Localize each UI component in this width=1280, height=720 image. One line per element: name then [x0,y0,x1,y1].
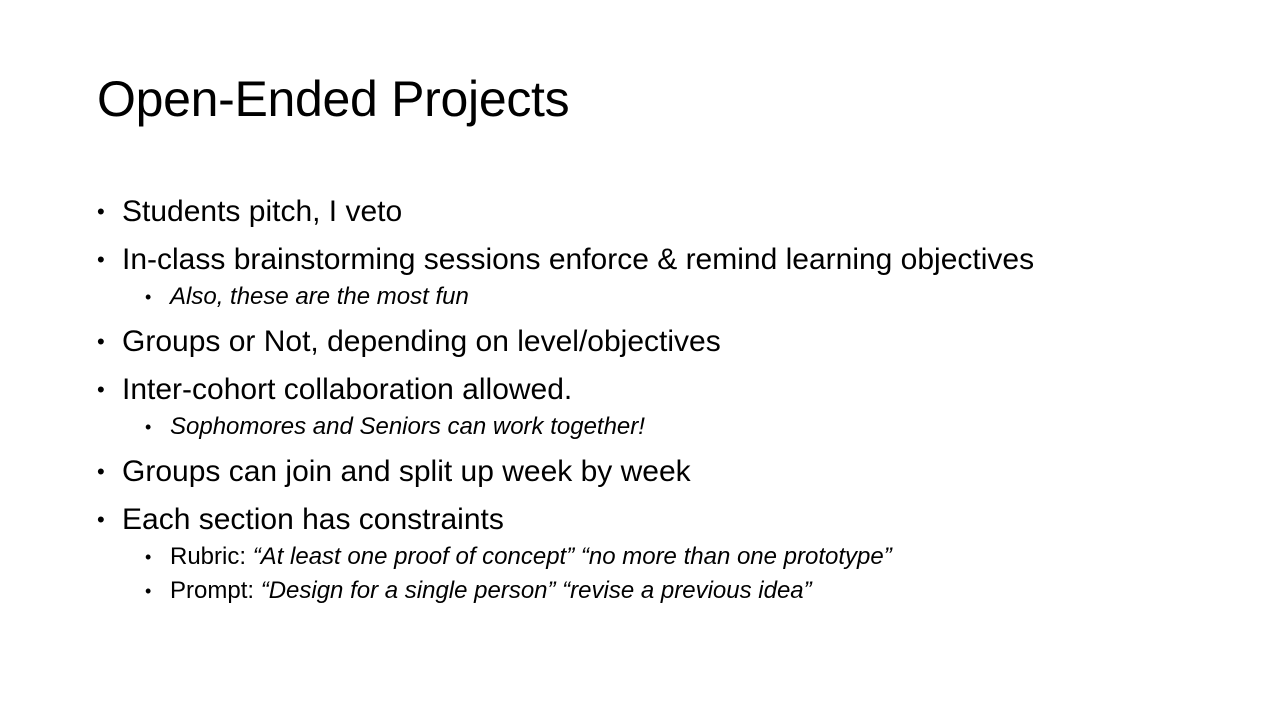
sub-bullet-text: “At least one proof of concept” “no more… [252,543,892,570]
slide-title: Open-Ended Projects [97,71,570,127]
bullet-item: • Each section has constraints [97,500,1247,540]
bullet-item: • In-class brainstorming sessions enforc… [97,240,1247,280]
bullet-text: In-class brainstorming sessions enforce … [122,243,1035,276]
sub-bullet-prefix: Prompt: [170,577,261,604]
sub-bullet-text: Sophomores and Seniors can work together… [170,413,645,440]
sub-bullet-item: • Sophomores and Seniors can work togeth… [97,410,1247,444]
sub-bullet-text: Also, these are the most fun [170,283,469,310]
bullet-icon: • [97,247,105,272]
bullet-text: Groups or Not, depending on level/object… [122,325,721,358]
bullet-icon: • [145,417,152,437]
bullet-text: Groups can join and split up week by wee… [122,455,691,488]
sub-bullet-item: • Prompt: “Design for a single person” “… [97,574,1247,608]
sub-bullet-item: • Rubric: “At least one proof of concept… [97,540,1247,574]
bullet-icon: • [145,547,152,567]
bullet-icon: • [145,287,152,307]
bullet-item: • Groups or Not, depending on level/obje… [97,322,1247,362]
sub-bullet-prefix: Rubric: [170,543,253,570]
bullet-item: • Inter-cohort collaboration allowed. [97,370,1247,410]
bullet-item: • Students pitch, I veto [97,192,1247,232]
bullet-list: • Students pitch, I veto • In-class brai… [97,192,1247,608]
bullet-icon: • [97,199,105,224]
bullet-icon: • [97,329,105,354]
bullet-text: Inter-cohort collaboration allowed. [122,373,573,406]
bullet-icon: • [97,459,105,484]
bullet-icon: • [97,507,105,532]
bullet-text: Each section has constraints [122,503,504,536]
slide: Open-Ended Projects • Students pitch, I … [0,0,1280,720]
bullet-item: • Groups can join and split up week by w… [97,452,1247,492]
bullet-icon: • [97,377,105,402]
sub-bullet-item: • Also, these are the most fun [97,280,1247,314]
bullet-icon: • [145,581,152,601]
sub-bullet-text: “Design for a single person” “revise a p… [260,577,812,604]
bullet-text: Students pitch, I veto [122,195,403,228]
